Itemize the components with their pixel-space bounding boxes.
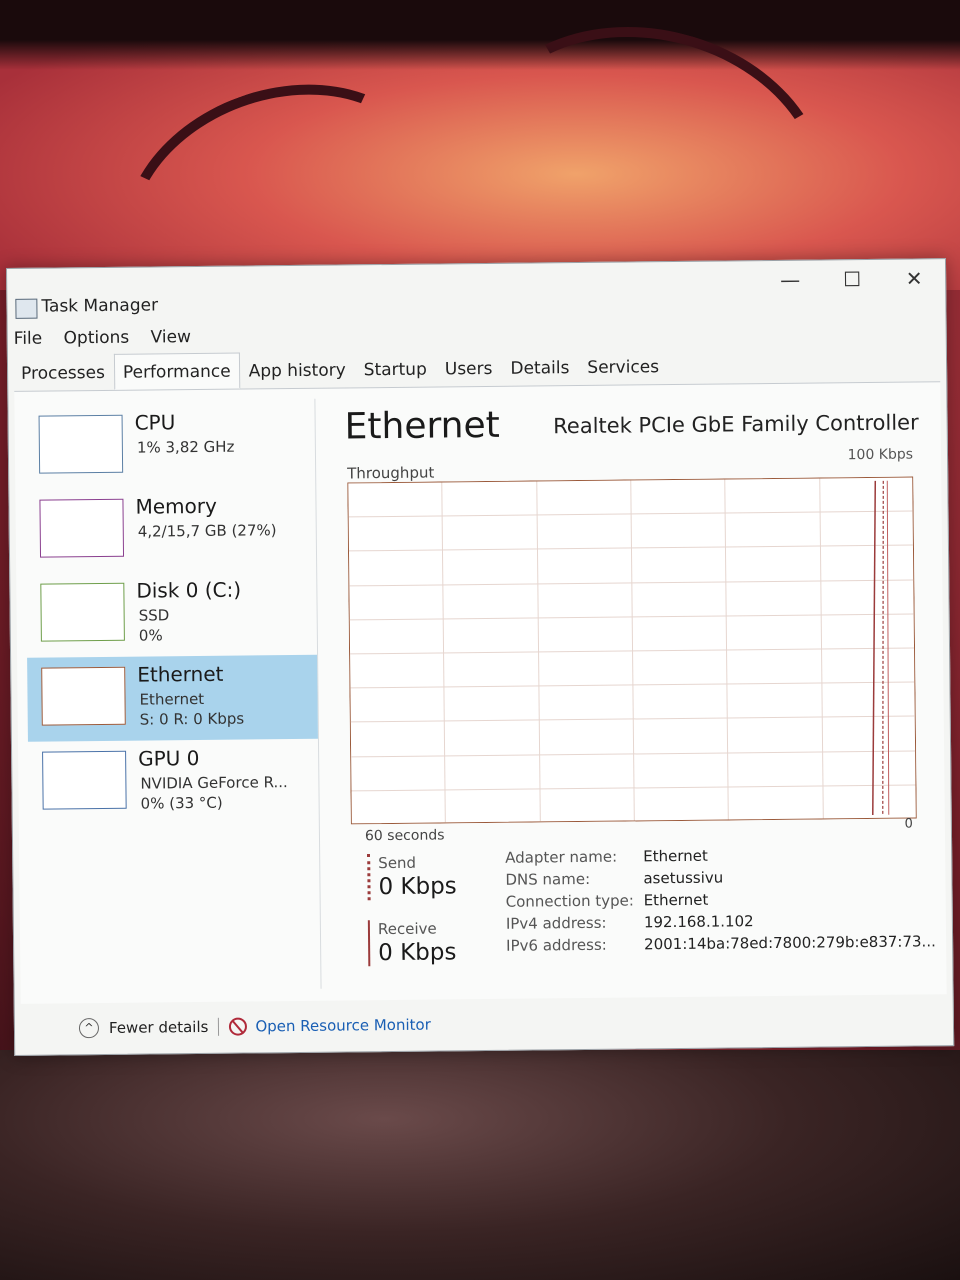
throughput-graph xyxy=(347,476,917,825)
chevron-up-icon[interactable]: ^ xyxy=(78,1018,100,1039)
sidebar-item-title: Disk 0 (C:) xyxy=(136,577,242,603)
menu-file[interactable]: File xyxy=(14,329,43,349)
maximize-icon[interactable]: ☐ xyxy=(829,262,875,296)
graph-label: Throughput xyxy=(347,463,435,483)
window-title: Task Manager xyxy=(41,295,159,317)
tab-users[interactable]: Users xyxy=(436,350,502,387)
task-manager-icon xyxy=(15,298,38,319)
tab-startup[interactable]: Startup xyxy=(355,351,436,388)
send-stat: Send 0 Kbps xyxy=(367,853,457,901)
sidebar-item-memory[interactable]: Memory 4,2/15,7 GB (27%) xyxy=(25,487,316,574)
sidebar-item-title: Memory xyxy=(135,493,217,519)
resource-monitor-icon[interactable] xyxy=(229,1017,248,1036)
info-key: IPv4 address: xyxy=(505,913,607,933)
sidebar-item-detail: SSD xyxy=(138,606,170,625)
info-value: Ethernet xyxy=(643,846,708,866)
sidebar-item-detail: S: 0 R: 0 Kbps xyxy=(139,709,245,729)
page-title: Ethernet xyxy=(344,404,500,448)
cpu-mini-graph xyxy=(38,414,124,474)
graph-time-label: 60 seconds xyxy=(364,827,445,845)
menu-view[interactable]: View xyxy=(150,327,191,347)
menu-bar: File Options View xyxy=(14,327,207,349)
info-key: Connection type: xyxy=(505,891,634,911)
info-key: Adapter name: xyxy=(505,847,618,867)
fewer-details-button[interactable]: Fewer details xyxy=(109,1018,209,1037)
info-key: DNS name: xyxy=(505,869,591,889)
graph-max-label: 100 Kbps xyxy=(847,446,914,464)
info-value: asetussivu xyxy=(643,868,724,888)
sidebar-item-detail: 4,2/15,7 GB (27%) xyxy=(137,521,277,541)
receive-stat: Receive 0 Kbps xyxy=(367,919,457,967)
wallpaper-bottom xyxy=(0,1050,960,1280)
send-label: Send xyxy=(378,853,417,873)
sidebar-item-detail: 1% 3,82 GHz xyxy=(136,437,235,457)
sidebar-item-cpu[interactable]: CPU 1% 3,82 GHz xyxy=(24,403,315,490)
info-value: Ethernet xyxy=(643,890,709,910)
sidebar-item-title: Ethernet xyxy=(137,661,224,687)
sidebar-item-disk[interactable]: Disk 0 (C:) SSD 0% xyxy=(26,571,317,658)
sidebar-item-detail: Ethernet xyxy=(139,689,205,709)
title-bar[interactable]: Task Manager — ☐ ✕ xyxy=(7,259,945,319)
sidebar-item-ethernet[interactable]: Ethernet Ethernet S: 0 R: 0 Kbps xyxy=(27,654,318,742)
footer-bar: ^ Fewer details Open Resource Monitor xyxy=(78,1015,431,1039)
tab-services[interactable]: Services xyxy=(578,348,668,385)
sidebar-item-detail: 0% xyxy=(138,626,163,645)
ethernet-mini-graph xyxy=(41,666,126,726)
tab-processes[interactable]: Processes xyxy=(12,354,114,391)
adapter-info: Adapter name: Ethernet DNS name: asetussiv… xyxy=(505,844,936,958)
sidebar-item-detail: NVIDIA GeForce R... xyxy=(140,773,288,793)
sidebar-item-gpu[interactable]: GPU 0 NVIDIA GeForce R... 0% (33 °C) xyxy=(28,739,319,826)
menu-options[interactable]: Options xyxy=(63,328,129,349)
info-key: IPv6 address: xyxy=(506,935,607,955)
resource-sidebar: CPU 1% 3,82 GHz Memory 4,2/15,7 GB (27%)… xyxy=(24,398,322,992)
sidebar-item-title: CPU xyxy=(134,410,176,435)
graph-min-label: 0 xyxy=(904,816,913,832)
performance-panel: CPU 1% 3,82 GHz Memory 4,2/15,7 GB (27%)… xyxy=(14,381,947,1004)
disk-mini-graph xyxy=(40,582,125,642)
receive-value: 0 Kbps xyxy=(378,939,457,967)
ethernet-details: Ethernet Realtek PCIe GbE Family Control… xyxy=(336,392,936,988)
open-resource-monitor-link[interactable]: Open Resource Monitor xyxy=(255,1016,431,1036)
adapter-name: Realtek PCIe GbE Family Controller xyxy=(553,410,919,439)
minimize-icon[interactable]: — xyxy=(767,263,813,297)
gpu-mini-graph xyxy=(42,750,127,810)
task-manager-window: Task Manager — ☐ ✕ File Options View Pro… xyxy=(6,258,955,1056)
sidebar-item-detail: 0% (33 °C) xyxy=(140,793,223,813)
close-icon[interactable]: ✕ xyxy=(891,261,937,295)
info-value: 2001:14ba:78ed:7800:279b:e837:73... xyxy=(644,932,936,954)
memory-mini-graph xyxy=(39,498,125,558)
info-row: IPv6 address: 2001:14ba:78ed:7800:279b:e8… xyxy=(506,932,936,958)
send-value: 0 Kbps xyxy=(378,873,457,901)
sidebar-item-title: GPU 0 xyxy=(138,746,200,771)
tab-details[interactable]: Details xyxy=(501,349,578,386)
tab-performance[interactable]: Performance xyxy=(113,352,240,390)
receive-label: Receive xyxy=(377,919,437,939)
info-value: 192.168.1.102 xyxy=(643,912,754,932)
footer-divider xyxy=(218,1017,220,1036)
tab-app-history[interactable]: App history xyxy=(239,351,354,388)
